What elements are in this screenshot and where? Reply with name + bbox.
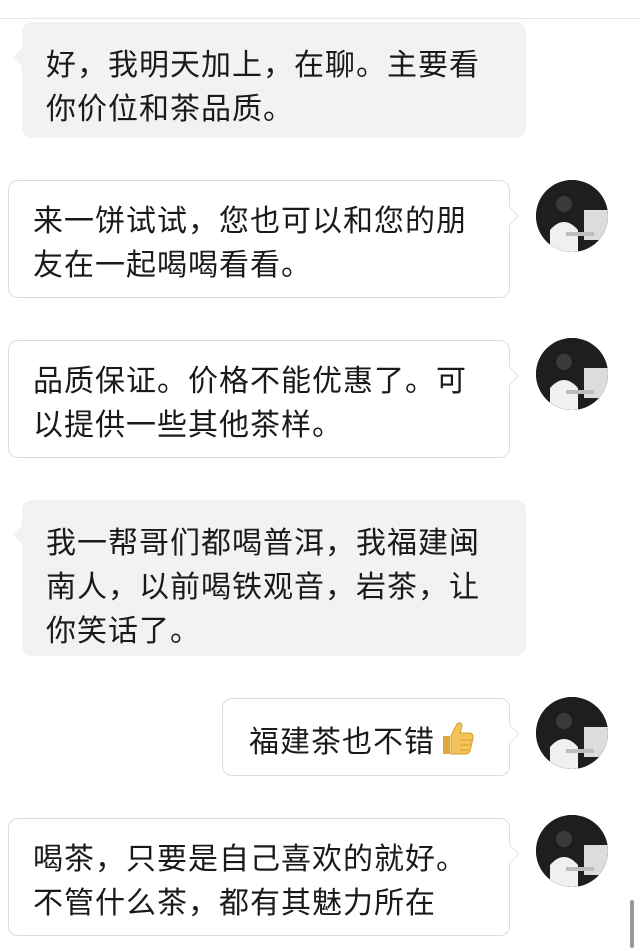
message-text: 喝茶，只要是自己喜欢的就好。不管什么茶，都有其魅力所在 (33, 842, 467, 921)
avatar[interactable] (536, 338, 608, 410)
message-bubble-incoming[interactable]: 我一帮哥们都喝普洱，我福建闽南人，以前喝铁观音，岩茶，让你笑话了。 (13, 500, 526, 656)
avatar[interactable] (536, 815, 608, 887)
message-text: 好，我明天加上，在聊。主要看你价位和茶品质。 (46, 48, 480, 127)
message-text: 品质保证。价格不能优惠了。可以提供一些其他茶样。 (33, 364, 467, 443)
message-bubble-outgoing[interactable]: 福建茶也不错 (222, 698, 519, 776)
message-text: 福建茶也不错 (249, 725, 435, 760)
thumbs-up-icon (437, 718, 477, 771)
top-divider (0, 18, 640, 19)
message-bubble-outgoing[interactable]: 来一饼试试，您也可以和您的朋友在一起喝喝看看。 (8, 180, 519, 298)
message-text: 我一帮哥们都喝普洱，我福建闽南人，以前喝铁观音，岩茶，让你笑话了。 (46, 526, 480, 649)
avatar[interactable] (536, 180, 608, 252)
message-text: 来一饼试试，您也可以和您的朋友在一起喝喝看看。 (33, 204, 467, 283)
scrollbar[interactable] (630, 900, 634, 948)
message-bubble-outgoing[interactable]: 品质保证。价格不能优惠了。可以提供一些其他茶样。 (8, 340, 519, 458)
message-bubble-incoming[interactable]: 好，我明天加上，在聊。主要看你价位和茶品质。 (13, 22, 526, 138)
message-bubble-outgoing[interactable]: 喝茶，只要是自己喜欢的就好。不管什么茶，都有其魅力所在 (8, 818, 519, 936)
avatar[interactable] (536, 697, 608, 769)
chat-view: 好，我明天加上，在聊。主要看你价位和茶品质。 来一饼试试，您也可以和您的朋友在一… (0, 0, 640, 951)
